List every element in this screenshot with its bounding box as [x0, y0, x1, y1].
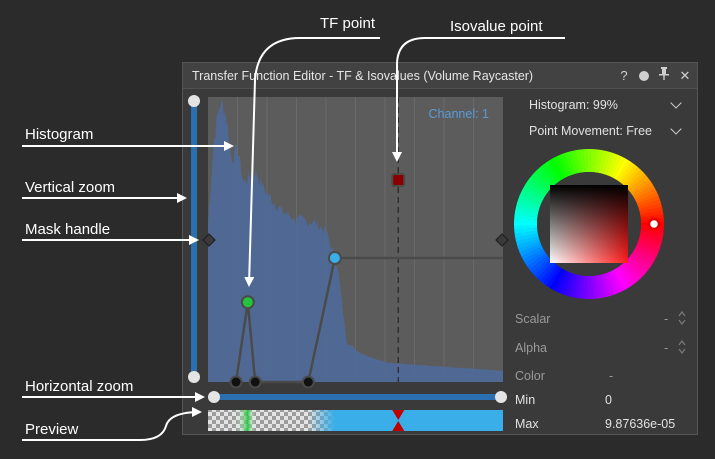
annotation-histogram: Histogram — [25, 126, 94, 143]
point-movement-dropdown[interactable]: Point Movement: Free — [529, 124, 652, 138]
scalar-label: Scalar — [515, 312, 551, 326]
annotation-horizontal-zoom: Horizontal zoom — [25, 378, 134, 395]
max-label: Max — [515, 417, 539, 431]
annotation-vertical-zoom: Vertical zoom — [25, 179, 116, 196]
alpha-value[interactable]: - — [664, 341, 668, 355]
color-label: Color — [515, 369, 545, 383]
annotation-mask-handle: Mask handle — [25, 221, 111, 238]
help-icon[interactable]: ? — [618, 68, 630, 84]
histogram-mode-dropdown[interactable]: Histogram: 99% — [529, 98, 618, 112]
histogram-mode-chevron-icon[interactable] — [670, 97, 682, 109]
min-value[interactable]: 0 — [605, 393, 612, 407]
pin-icon[interactable] — [658, 67, 670, 84]
close-icon[interactable]: ✕ — [679, 68, 691, 84]
scalar-spinner-icon[interactable] — [678, 310, 686, 326]
annotation-preview: Preview — [25, 421, 79, 438]
title-bar[interactable]: Transfer Function Editor - TF & Isovalue… — [183, 63, 697, 89]
annotation-isovalue-point: Isovalue point — [450, 18, 543, 35]
annotation-tf-point: TF point — [320, 15, 376, 32]
alpha-spinner-icon[interactable] — [678, 339, 686, 355]
window-title: Transfer Function Editor - TF & Isovalue… — [192, 69, 534, 83]
max-value[interactable]: 9.87636e-05 — [605, 417, 675, 431]
color-value[interactable]: - — [609, 369, 613, 383]
transfer-function-editor-panel: Transfer Function Editor - TF & Isovalue… — [182, 62, 698, 435]
point-movement-chevron-icon[interactable] — [670, 123, 682, 135]
record-dot-icon[interactable] — [639, 70, 649, 81]
alpha-label: Alpha — [515, 341, 547, 355]
min-label: Min — [515, 393, 536, 407]
scalar-value[interactable]: - — [664, 312, 668, 326]
